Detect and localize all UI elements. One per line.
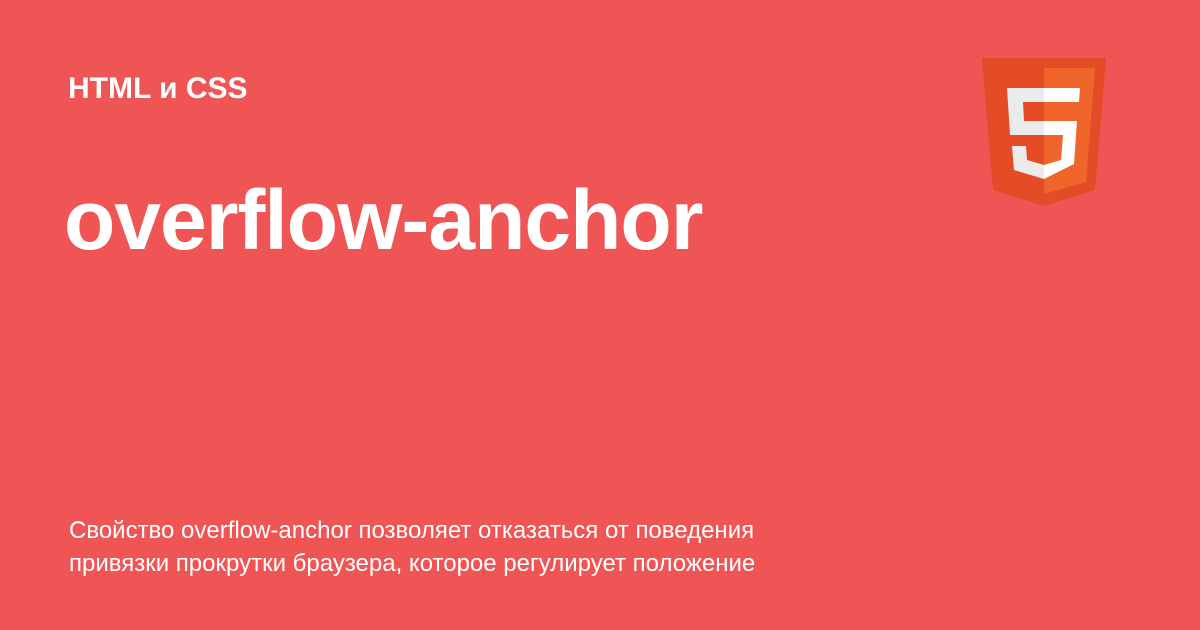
article-description: Свойство overflow-anchor позволяет отказ… <box>69 514 929 580</box>
category-label: HTML и CSS <box>68 72 248 105</box>
description-line: привязки прокрутки браузера, которое рег… <box>69 550 756 577</box>
description-line: Свойство overflow-anchor позволяет отказ… <box>69 517 755 544</box>
page-title: overflow-anchor <box>64 173 703 267</box>
article-cover-card: HTML и CSS overflow-anchor Свойство over… <box>0 0 1200 630</box>
html5-logo-icon: html5-logo-icon <box>982 58 1106 206</box>
